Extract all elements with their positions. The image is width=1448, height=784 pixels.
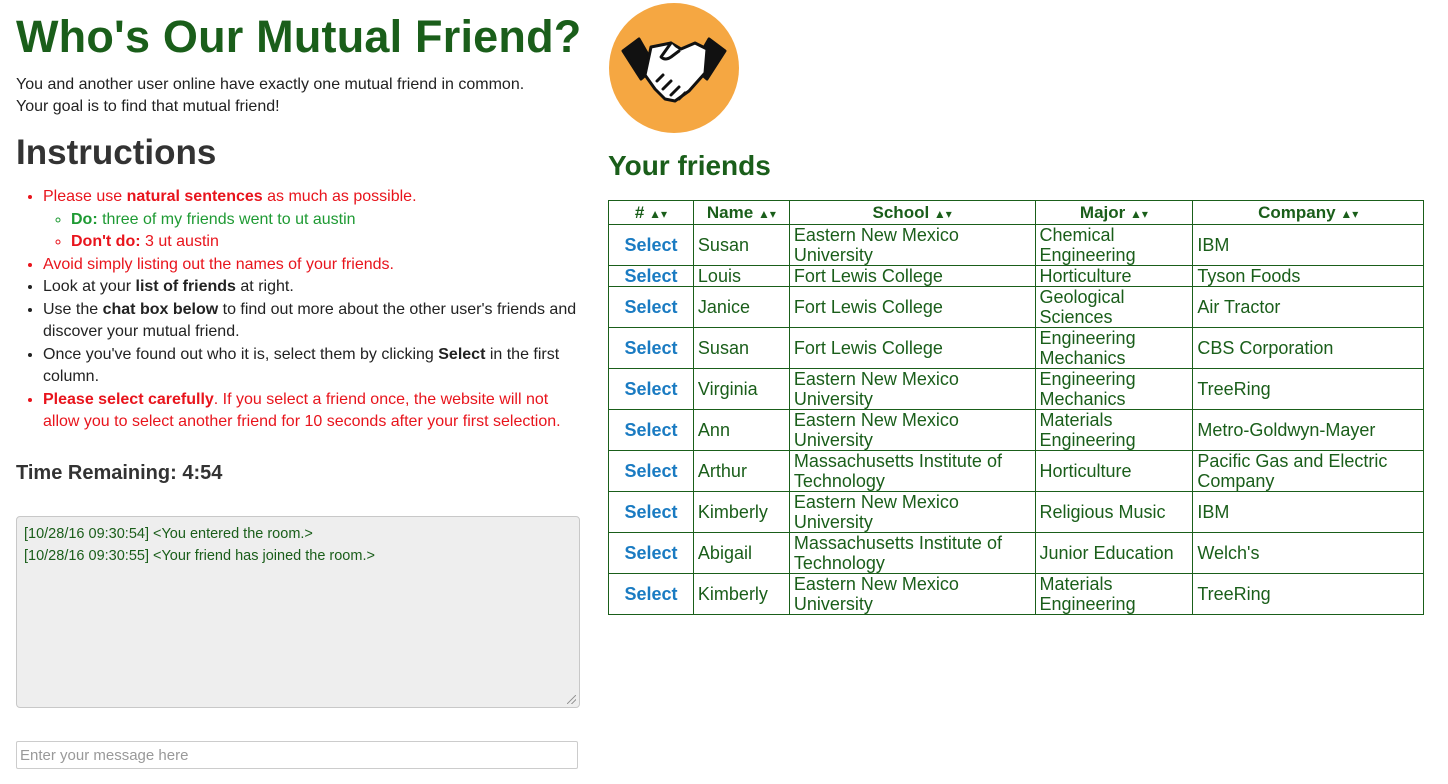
friend-major: Horticulture [1035,450,1194,492]
column-header-number[interactable]: # ▲▾ [608,200,694,225]
friend-company: Tyson Foods [1192,265,1424,287]
message-input[interactable] [16,741,578,769]
instructions-list: Please use natural sentences as much as … [16,186,586,434]
friend-name: Arthur [693,450,790,492]
friend-major: Geological Sciences [1035,286,1194,328]
instruction-select-carefully: Please select carefully. If you select a… [43,389,586,434]
friend-name: Ann [693,409,790,451]
select-button[interactable]: Select [608,532,694,574]
friend-major: Horticulture [1035,265,1194,287]
intro-text: You and another user online have exactly… [16,74,586,118]
friend-name: Abigail [693,532,790,574]
table-header-row: # ▲▾ Name ▲▾ School ▲▾ Major ▲▾ Company … [608,200,1424,225]
sort-icon: ▲▾ [933,206,952,221]
column-header-school[interactable]: School ▲▾ [789,200,1036,225]
friend-company: Pacific Gas and Electric Company [1192,450,1424,492]
friend-school: Eastern New Mexico University [789,491,1036,533]
column-header-name[interactable]: Name ▲▾ [693,200,790,225]
instructions-heading: Instructions [16,133,217,172]
friend-company: TreeRing [1192,368,1424,410]
friend-company: TreeRing [1192,573,1424,615]
friend-company: IBM [1192,491,1424,533]
table-row: Select Abigail Massachusetts Institute o… [608,532,1424,574]
instruction-use-chat: Use the chat box below to find out more … [43,299,586,344]
friend-name: Janice [693,286,790,328]
friend-major: Engineering Mechanics [1035,327,1194,369]
select-button[interactable]: Select [608,409,694,451]
friend-company: Metro-Goldwyn-Mayer [1192,409,1424,451]
friend-school: Eastern New Mexico University [789,573,1036,615]
friend-name: Virginia [693,368,790,410]
friend-major: Materials Engineering [1035,573,1194,615]
table-row: Select Janice Fort Lewis College Geologi… [608,286,1424,328]
friend-major: Materials Engineering [1035,409,1194,451]
resize-handle[interactable] [567,695,576,704]
friend-company: IBM [1192,224,1424,266]
friends-title: Your friends [608,150,771,181]
intro-line-2: Your goal is to find that mutual friend! [16,98,280,115]
sort-icon: ▲▾ [757,206,776,221]
select-button[interactable]: Select [608,327,694,369]
friend-school: Fort Lewis College [789,286,1036,328]
friend-school: Massachusetts Institute of Technology [789,532,1036,574]
friend-major: Junior Education [1035,532,1194,574]
friend-school: Massachusetts Institute of Technology [789,450,1036,492]
friend-major: Chemical Engineering [1035,224,1194,266]
sort-icon: ▲▾ [1130,206,1148,221]
friend-school: Eastern New Mexico University [789,409,1036,451]
table-row: Select Susan Fort Lewis College Engineer… [608,327,1424,369]
friends-table: # ▲▾ Name ▲▾ School ▲▾ Major ▲▾ Company … [608,200,1424,615]
sort-icon: ▲▾ [649,206,668,221]
select-button[interactable]: Select [608,573,694,615]
select-button[interactable]: Select [608,368,694,410]
friend-name: Louis [693,265,790,287]
column-header-major[interactable]: Major ▲▾ [1035,200,1194,225]
chat-log[interactable]: [10/28/16 09:30:54] <You entered the roo… [16,516,580,708]
table-row: Select Virginia Eastern New Mexico Unive… [608,368,1424,410]
friend-name: Susan [693,327,790,369]
table-row: Select Kimberly Eastern New Mexico Unive… [608,491,1424,533]
select-button[interactable]: Select [608,224,694,266]
sort-icon: ▲▾ [1340,206,1359,221]
instruction-look-at-list: Look at your list of friends at right. [43,276,586,299]
page-title: Who's Our Mutual Friend? [16,11,582,62]
instruction-select: Once you've found out who it is, select … [43,344,586,389]
friend-major: Religious Music [1035,491,1194,533]
handshake-icon [609,3,739,133]
friend-company: Welch's [1192,532,1424,574]
select-button[interactable]: Select [608,265,694,287]
friend-major: Engineering Mechanics [1035,368,1194,410]
friend-school: Eastern New Mexico University [789,224,1036,266]
column-header-company[interactable]: Company ▲▾ [1192,200,1424,225]
instruction-do-example: Do: three of my friends went to ut austi… [71,209,586,232]
select-button[interactable]: Select [608,286,694,328]
friend-name: Kimberly [693,491,790,533]
friend-school: Eastern New Mexico University [789,368,1036,410]
left-panel: Who's Our Mutual Friend? You and another… [16,0,586,769]
friend-name: Susan [693,224,790,266]
instruction-natural-sentences: Please use natural sentences as much as … [43,186,586,254]
chat-message: [10/28/16 09:30:54] <You entered the roo… [24,526,313,542]
friend-school: Fort Lewis College [789,265,1036,287]
friend-name: Kimberly [693,573,790,615]
table-row: Select Susan Eastern New Mexico Universi… [608,224,1424,266]
friend-company: Air Tractor [1192,286,1424,328]
table-row: Select Louis Fort Lewis College Horticul… [608,265,1424,287]
select-button[interactable]: Select [608,450,694,492]
table-row: Select Kimberly Eastern New Mexico Unive… [608,573,1424,615]
intro-line-1: You and another user online have exactly… [16,76,525,93]
time-remaining: Time Remaining: 4:54 [16,461,223,484]
table-row: Select Arthur Massachusetts Institute of… [608,450,1424,492]
select-button[interactable]: Select [608,491,694,533]
chat-message: [10/28/16 09:30:55] <Your friend has joi… [24,548,375,564]
friend-company: CBS Corporation [1192,327,1424,369]
table-row: Select Ann Eastern New Mexico University… [608,409,1424,451]
instruction-avoid-listing: Avoid simply listing out the names of yo… [43,254,586,277]
friend-school: Fort Lewis College [789,327,1036,369]
instruction-dont-example: Don't do: 3 ut austin [71,231,586,254]
